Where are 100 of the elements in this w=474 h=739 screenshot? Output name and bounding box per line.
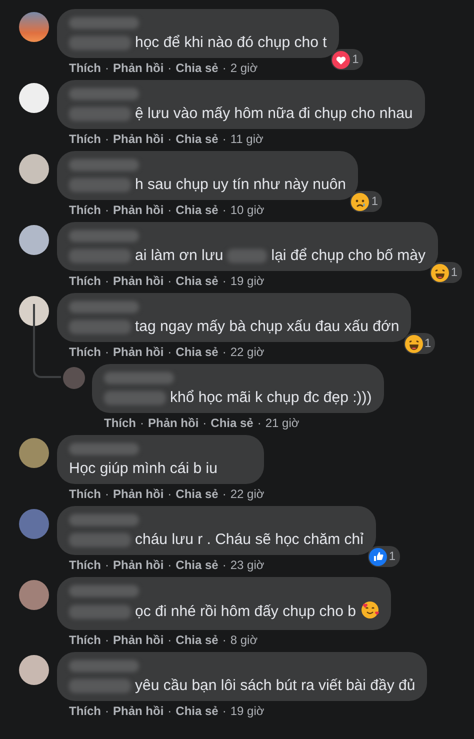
blurred-name [69, 585, 139, 597]
action-link[interactable]: Phản hồi [113, 345, 164, 359]
separator-dot: · [105, 61, 109, 75]
reaction-badge[interactable]: 1 [331, 49, 363, 70]
action-link[interactable]: Chia sẻ [176, 132, 218, 146]
action-link[interactable]: Phản hồi [113, 61, 164, 75]
separator-dot: · [168, 558, 172, 572]
separator-dot: · [222, 633, 226, 647]
action-link[interactable]: Phản hồi [113, 274, 164, 288]
reaction-badge[interactable]: 1 [404, 333, 436, 354]
separator-dot: · [105, 203, 109, 217]
separator-dot: · [168, 274, 172, 288]
timestamp: 19 giờ [230, 274, 264, 288]
action-link[interactable]: Thích [69, 704, 101, 718]
blurred-text [69, 679, 131, 694]
avatar[interactable] [19, 225, 49, 255]
separator-dot: · [168, 704, 172, 718]
avatar[interactable] [19, 655, 49, 685]
action-link[interactable]: Thích [69, 633, 101, 647]
action-link[interactable]: Thích [69, 203, 101, 217]
action-link[interactable]: Chia sẻ [176, 274, 218, 288]
separator-dot: · [168, 633, 172, 647]
separator-dot: · [222, 132, 226, 146]
blurred-text [69, 533, 131, 548]
blurred-text [227, 249, 268, 264]
blurred-text [69, 107, 131, 122]
separator-dot: · [140, 416, 144, 430]
separator-dot: · [222, 203, 226, 217]
action-link[interactable]: Chia sẻ [176, 704, 218, 718]
separator-dot: · [105, 558, 109, 572]
timestamp: 19 giờ [230, 704, 264, 718]
avatar[interactable] [19, 12, 49, 42]
action-link[interactable]: Phản hồi [148, 416, 199, 430]
blurred-text [69, 249, 131, 264]
timestamp: 23 giờ [230, 558, 264, 572]
separator-dot: · [168, 487, 172, 501]
action-link[interactable]: Phản hồi [113, 558, 164, 572]
blurred-text [69, 320, 131, 334]
blurred-name [69, 17, 139, 29]
avatar[interactable] [19, 83, 49, 113]
blurred-name [69, 301, 139, 313]
blurred-text [69, 36, 131, 50]
blurred-name [69, 159, 139, 171]
laughing-face-icon [404, 334, 422, 352]
separator-dot: · [202, 416, 207, 430]
action-link[interactable]: Phản hồi [113, 704, 164, 718]
reaction-badge[interactable]: 1 [368, 546, 400, 567]
separator-dot: · [222, 487, 226, 501]
avatar[interactable] [19, 296, 49, 326]
comment-text: ọc đi nhé rồi hôm đấy chụp cho b [135, 603, 356, 620]
timestamp: 22 giờ [230, 487, 264, 501]
action-link[interactable]: Chia sẻ [176, 487, 218, 501]
separator-dot: · [105, 487, 109, 501]
laughing-face-icon [430, 264, 449, 282]
timestamp: 10 giờ [230, 203, 264, 217]
action-link[interactable]: Chia sẻ [176, 345, 218, 359]
reaction-badge[interactable]: 1 [430, 262, 462, 283]
action-link[interactable]: Thích [69, 558, 101, 572]
comment-text: khổ học mãi k chụp đc đẹp :))) [170, 389, 372, 406]
action-link[interactable]: Chia sẻ [210, 416, 254, 430]
blurred-name [69, 514, 139, 526]
timestamp: 21 giờ [265, 416, 300, 430]
separator-dot: · [222, 274, 226, 288]
action-link[interactable]: Thích [104, 416, 136, 430]
comment-text: cháu lưu r . Cháu sẽ học chăm chỉ [135, 531, 364, 548]
action-link[interactable]: Chia sẻ [176, 633, 218, 647]
action-link[interactable]: Chia sẻ [176, 61, 218, 75]
comment-text: ai làm ơn lưu [135, 247, 224, 264]
action-link[interactable]: Phản hồi [113, 203, 164, 217]
reaction-badge[interactable]: 1 [350, 191, 382, 212]
separator-dot: · [222, 558, 226, 572]
action-link[interactable]: Chia sẻ [176, 203, 218, 217]
blurred-name [69, 443, 139, 455]
separator-dot: · [222, 704, 226, 718]
action-link[interactable]: Thích [69, 487, 101, 501]
comment-text: Học giúp mình cái b iu [69, 460, 218, 477]
blurred-name [69, 660, 139, 672]
comment-text: lại để chụp cho bố mày [271, 247, 426, 264]
action-link[interactable]: Thích [69, 345, 101, 359]
action-link[interactable]: Phản hồi [113, 633, 164, 647]
separator-dot: · [105, 132, 109, 146]
blurred-text [69, 605, 131, 620]
comment-text: tag ngay mấy bà chụp xấu đau xấu đớn [135, 318, 400, 335]
separator-dot: · [222, 61, 226, 75]
separator-dot: · [168, 203, 172, 217]
action-link[interactable]: Thích [69, 274, 101, 288]
action-link[interactable]: Phản hồi [113, 132, 164, 146]
timestamp: 11 giờ [230, 132, 264, 146]
thumbs-up-icon [368, 548, 387, 566]
action-link[interactable]: Thích [69, 132, 101, 146]
blurred-name [69, 230, 139, 242]
separator-dot: · [105, 704, 109, 718]
sad-face-icon [351, 192, 370, 210]
action-link[interactable]: Chia sẻ [176, 558, 218, 572]
separator-dot: · [168, 61, 172, 75]
blurred-text [104, 391, 166, 406]
action-link[interactable]: Thích [69, 61, 101, 75]
action-link[interactable]: Phản hồi [113, 487, 164, 501]
avatar[interactable] [19, 154, 49, 184]
comment-text: ệ lưu vào mấy hôm nữa đi chụp cho nhau [135, 105, 413, 122]
